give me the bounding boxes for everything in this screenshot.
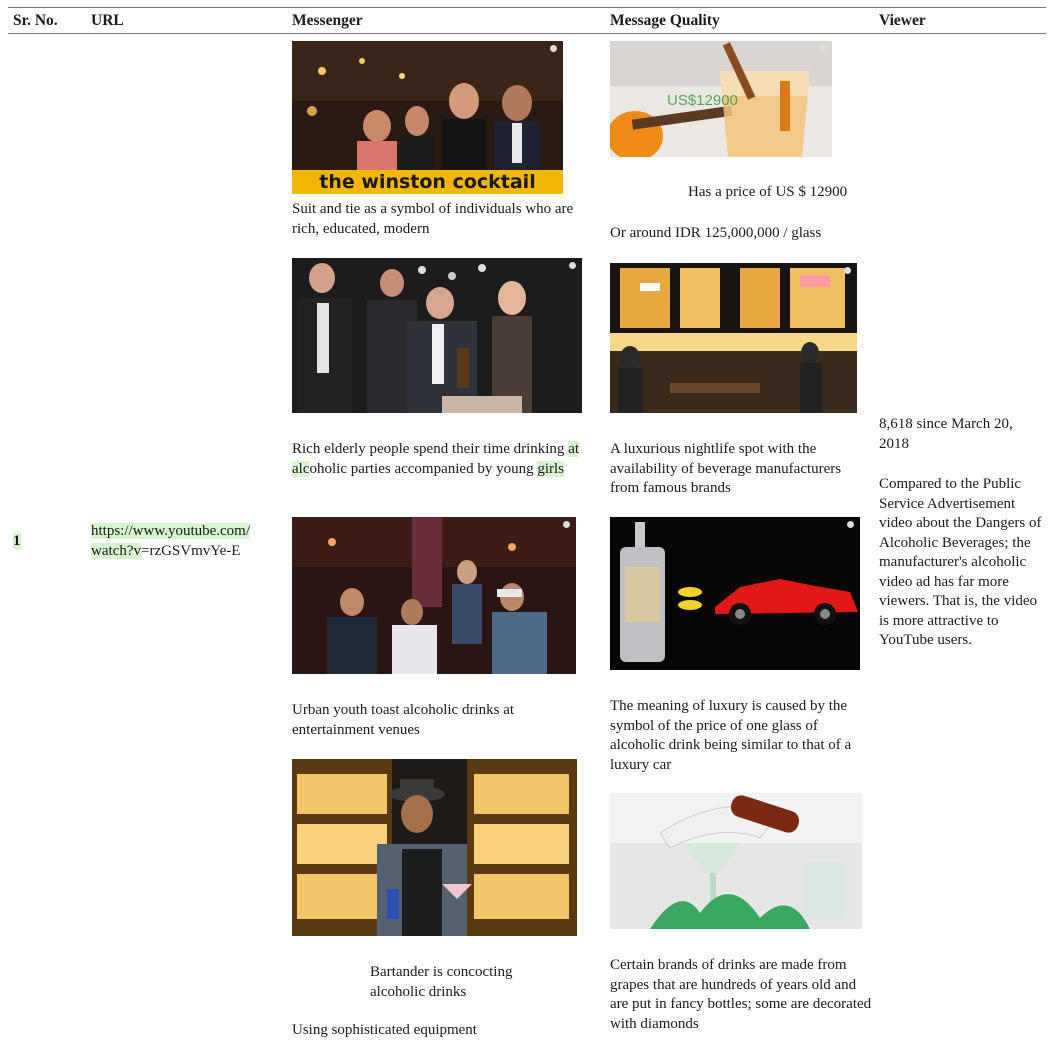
info-icon: [819, 45, 826, 52]
messenger-caption-youth: Urban youth toast alcoholic drinks at en…: [292, 702, 515, 738]
caption-text: Rich elderly people spend their time dri…: [292, 441, 569, 457]
row-url-link[interactable]: https://www.youtube.com/ watch?v=rzGSVmv…: [91, 522, 286, 561]
messenger-image-party: the winston cocktail: [292, 41, 563, 194]
caption-text: oholic parties accompanied by young: [309, 460, 538, 477]
quality-caption-idr: Or around IDR 125,000,000 / glass: [610, 225, 822, 241]
header-viewer: Viewer: [879, 12, 926, 29]
quality-image-cocktail: US$12900: [610, 41, 832, 157]
info-icon: [563, 521, 570, 528]
header-url: URL: [91, 12, 124, 29]
video-title-banner: the winston cocktail: [292, 170, 563, 194]
header-message-quality: Message Quality: [610, 12, 720, 29]
messenger-image-youth: [292, 517, 576, 674]
info-icon: [847, 521, 854, 528]
quality-caption-price: Has a price of US $ 12900: [688, 184, 848, 200]
row-sr-no-value: 1: [13, 533, 21, 549]
info-icon: [844, 267, 851, 274]
table-top-rule: [8, 7, 1046, 8]
table-header-rule: [8, 33, 1046, 34]
row-sr-no: 1: [13, 532, 21, 552]
info-icon: [569, 262, 576, 269]
quality-caption-grapes: Certain brands of drinks are made from g…: [610, 957, 872, 1032]
quality-image-luxury-car: [610, 517, 860, 670]
quality-caption-nightlife: A luxurious nightlife spot with the avai…: [610, 441, 842, 496]
messenger-caption-equipment: Using sophisticated equipment: [292, 1022, 477, 1038]
viewer-comparison: Compared to the Public Service Advertise…: [879, 476, 1042, 648]
quality-image-pouring: [610, 793, 862, 929]
url-line1: https://www.youtube.com/: [91, 523, 251, 539]
messenger-caption-suit-tie: Suit and tie as a symbol of individuals …: [292, 201, 574, 237]
messenger-image-bartender: [292, 759, 577, 936]
url-id: =rzGSVmvYe-E: [140, 542, 241, 559]
messenger-image-elderly: [292, 258, 582, 413]
messenger-caption-bartender: Bartander is concocting alcoholic drinks: [370, 964, 513, 1000]
header-messenger: Messenger: [292, 12, 363, 29]
messenger-caption-elderly: Rich elderly people spend their time dri…: [292, 440, 592, 479]
quality-image-nightlife: [610, 263, 857, 413]
url-watch-highlight: watch?v: [91, 542, 141, 559]
price-overlay-text: US$12900: [667, 92, 738, 109]
viewer-count: 8,618 since March 20, 2018: [879, 416, 1013, 452]
quality-caption-luxury: The meaning of luxury is caused by the s…: [610, 698, 852, 773]
caption-highlight: girls: [537, 460, 565, 477]
header-sr-no: Sr. No.: [13, 12, 58, 29]
info-icon: [550, 45, 557, 52]
